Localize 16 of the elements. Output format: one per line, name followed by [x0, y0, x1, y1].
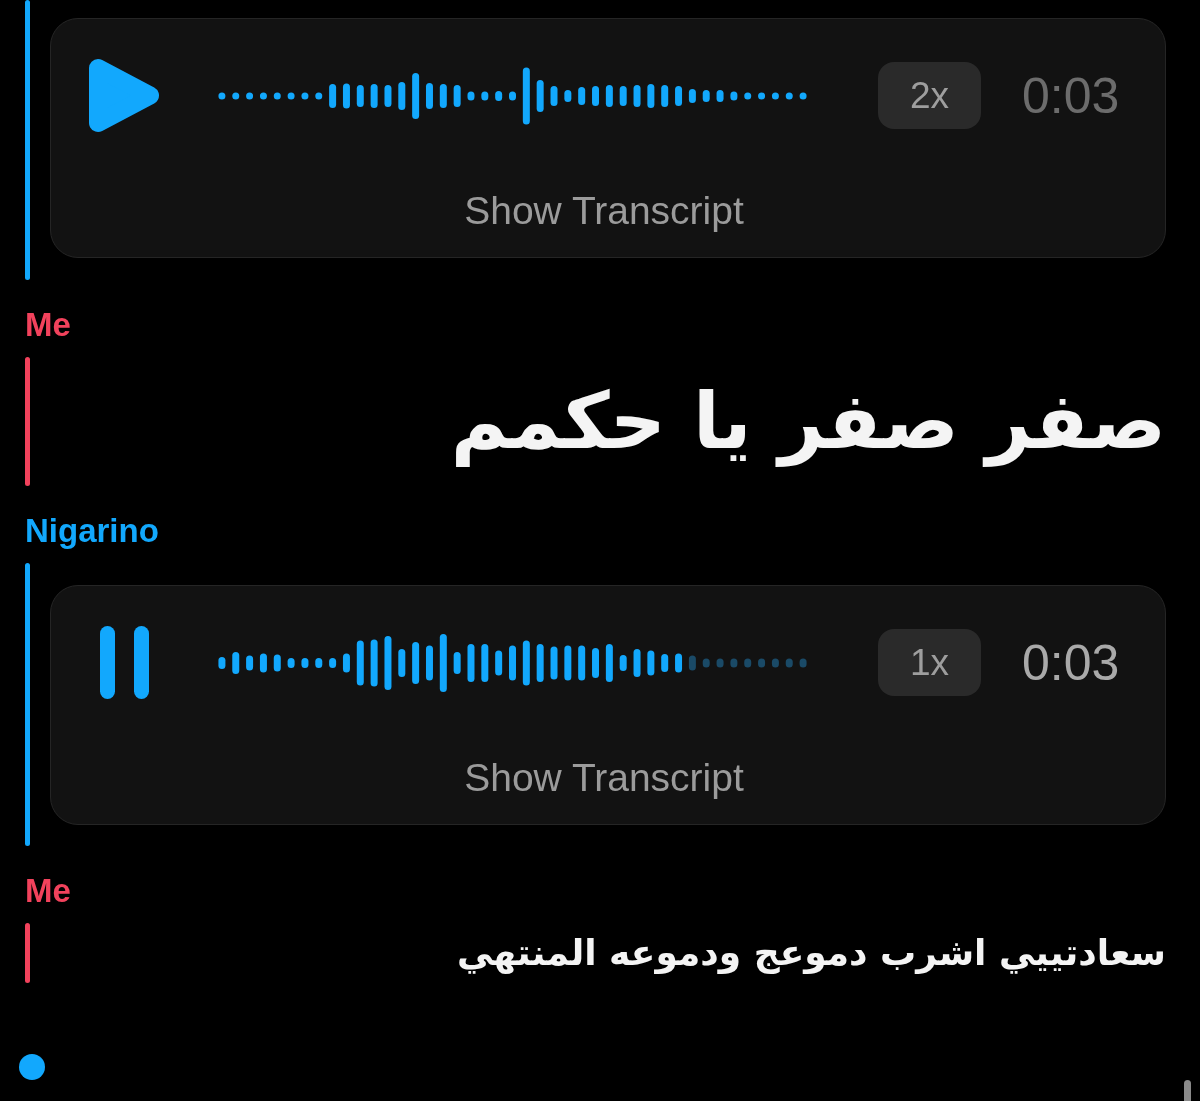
pause-icon[interactable]: [99, 626, 149, 699]
speed-button[interactable]: 2x: [878, 62, 981, 129]
message-text: صفر صفر يا حكمم: [450, 375, 1166, 469]
scrollbar-thumb[interactable]: [1184, 1080, 1191, 1101]
sender-name: Me: [25, 306, 71, 344]
show-transcript-button[interactable]: Show Transcript: [464, 756, 744, 800]
sender-name: Me: [25, 872, 71, 910]
audio-waveform[interactable]: [215, 631, 810, 694]
duration-text: 0:03: [1022, 66, 1120, 126]
show-transcript-button[interactable]: Show Transcript: [464, 189, 744, 233]
play-icon[interactable]: [88, 58, 160, 133]
duration-text: 0:03: [1022, 633, 1120, 693]
message-text: سعادتييي اشرب دموعج ودموعه المنتهي: [456, 931, 1166, 976]
speed-button[interactable]: 1x: [878, 629, 981, 696]
status-dot-icon: [19, 1054, 45, 1080]
sender-name: Nigarino: [25, 512, 159, 550]
